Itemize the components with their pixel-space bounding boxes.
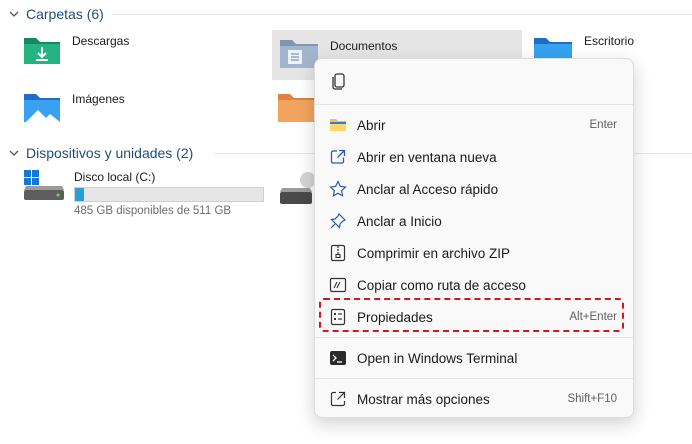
menu-item-copiar-ruta[interactable]: Copiar como ruta de acceso [321, 270, 627, 300]
downloads-folder-icon [20, 32, 64, 68]
drive-local-c[interactable]: Disco local (C:) 485 GB disponibles de 5… [22, 170, 264, 217]
folder-open-icon [329, 116, 347, 134]
menu-item-mostrar-mas-opciones[interactable]: Mostrar más opciones Shift+F10 [321, 384, 627, 414]
dvd-drive-icon: DVD [278, 170, 316, 214]
menu-separator [315, 378, 633, 379]
folder-images-label: Imágenes [72, 92, 125, 106]
drives-section-title: Dispositivos y unidades (2) [26, 145, 194, 161]
folders-divider [112, 14, 692, 15]
pin-icon [329, 212, 347, 230]
terminal-icon [329, 349, 347, 367]
chevron-down-icon [8, 147, 20, 159]
chevron-down-icon [8, 8, 20, 20]
copy-path-icon [329, 276, 347, 294]
menu-item-anclar-acceso-rapido[interactable]: Anclar al Acceso rápido [321, 174, 627, 204]
context-menu: Abrir Enter Abrir en ventana nueva Ancla… [314, 58, 634, 418]
folder-images[interactable]: Imágenes [20, 90, 260, 140]
drive-usage-fill [75, 188, 85, 201]
folder-desktop-label: Escritorio [584, 34, 635, 48]
menu-item-abrir[interactable]: Abrir Enter [321, 110, 627, 140]
music-folder-icon [276, 90, 314, 126]
menu-item-anclar-inicio[interactable]: Anclar a Inicio [321, 206, 627, 236]
open-new-window-icon [329, 148, 347, 166]
drives-section-header[interactable]: Dispositivos y unidades (2) [8, 143, 193, 163]
propiedades-highlight-box [319, 298, 624, 332]
drives-divider [214, 153, 314, 154]
drive-local-free: 485 GB disponibles de 511 GB [74, 205, 232, 217]
drive-local-name: Disco local (C:) [74, 170, 156, 184]
images-folder-icon [20, 90, 64, 126]
copy-icon[interactable] [329, 71, 349, 91]
menu-item-windows-terminal[interactable]: Open in Windows Terminal [321, 343, 627, 373]
menu-separator [315, 337, 633, 338]
star-icon [329, 180, 347, 198]
menu-item-comprimir-zip[interactable]: Comprimir en archivo ZIP [321, 238, 627, 268]
folder-music[interactable] [276, 90, 316, 140]
hard-drive-icon [22, 170, 66, 206]
more-options-icon [329, 390, 347, 408]
folder-documents-label: Documentos [330, 39, 398, 53]
folders-section-header[interactable]: Carpetas (6) [8, 4, 104, 24]
menu-item-abrir-ventana-nueva[interactable]: Abrir en ventana nueva [321, 142, 627, 172]
folder-downloads[interactable]: Descargas [20, 32, 260, 82]
drive-usage-bar [74, 187, 264, 202]
folders-section-title: Carpetas (6) [26, 6, 104, 22]
folder-downloads-label: Descargas [72, 34, 130, 48]
drive-dvd[interactable]: DVD [278, 170, 316, 214]
menu-separator [315, 104, 633, 105]
drives-divider-right [632, 153, 692, 154]
zip-icon [329, 244, 347, 262]
svg-text:DVD: DVD [290, 205, 307, 214]
